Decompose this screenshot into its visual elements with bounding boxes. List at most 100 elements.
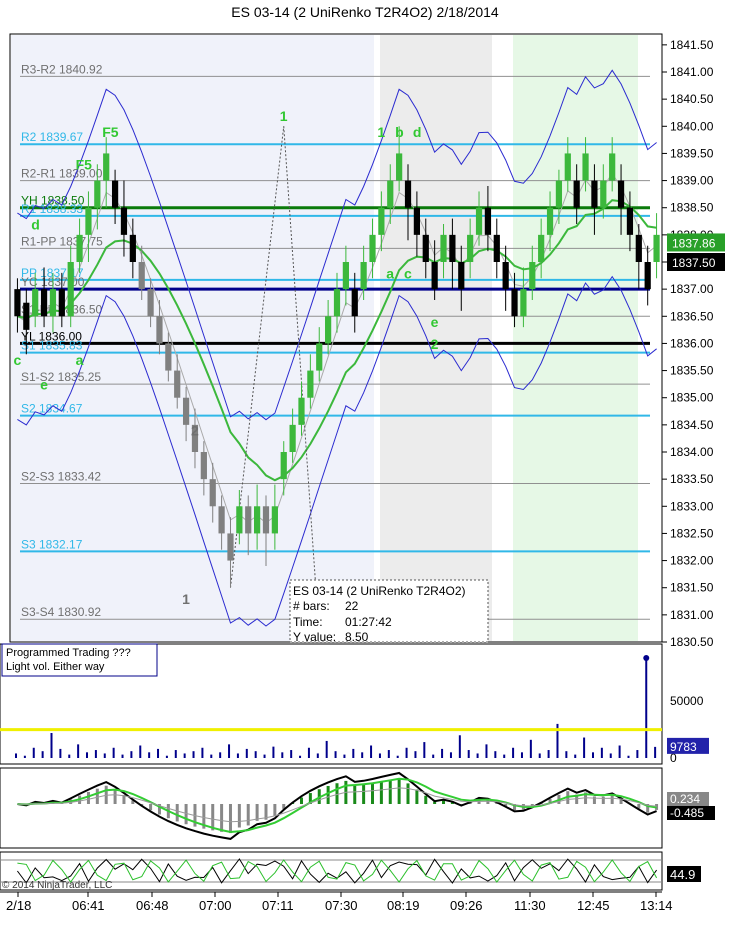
candle-body [484, 207, 492, 235]
candle-body [218, 506, 225, 534]
candle-body [600, 180, 607, 208]
candle-body [617, 180, 625, 208]
candle-body [200, 452, 207, 480]
price-tick-label: 1840.50 [670, 92, 714, 106]
tooltip-time-label: Time: [293, 615, 323, 629]
candle-body [555, 180, 563, 208]
candle-body [493, 234, 500, 262]
candle-body [449, 234, 456, 262]
candle-body [165, 343, 172, 371]
candle-body [635, 234, 642, 262]
candle-body [573, 180, 580, 208]
last-price-green-label: 1837.86 [672, 236, 716, 250]
chart-canvas: 1841.50 1841.00 1840.50 1840.00 1839.50 1839.… [0, 33, 725, 913]
x-tick-label: 13:14 [640, 898, 673, 913]
chart-annotation: 1 [377, 124, 385, 140]
candle-body [85, 207, 92, 235]
price-tick-label: 1831.00 [670, 608, 714, 622]
candle-body [529, 262, 536, 290]
candle-body [520, 289, 527, 317]
candle-body [138, 262, 145, 290]
tooltip-bars-value: 22 [345, 599, 359, 613]
candle-body [182, 397, 190, 425]
candle-body [307, 370, 314, 398]
candle-body [502, 262, 509, 290]
candle-body [440, 234, 447, 262]
macd-value2-label: -0.485 [670, 806, 704, 820]
candle-body [103, 153, 110, 181]
chart-annotation: d [31, 216, 40, 232]
level-label: S3 1832.17 [21, 537, 83, 551]
candle-body [94, 180, 101, 208]
x-tick-label: 07:11 [262, 898, 294, 913]
candle-body [40, 289, 48, 317]
price-tick-label: 1833.00 [670, 499, 714, 513]
tooltip-y-label: Y value: [293, 630, 336, 644]
candle-body [245, 506, 252, 534]
candle-body [626, 207, 634, 235]
level-label: R1 1838.33 [21, 202, 83, 216]
copyright-text: © 2014 NinjaTrader, LLC [2, 880, 112, 891]
candle-body [475, 207, 483, 235]
candle-body [404, 180, 412, 208]
candle-body [298, 397, 305, 425]
chart-annotation: e [431, 314, 439, 330]
x-tick-label: 06:48 [136, 898, 169, 913]
x-tick-label: 12:45 [577, 898, 610, 913]
price-tick-label: 1837.00 [670, 282, 714, 296]
chart-annotation: e [40, 377, 48, 393]
x-tick-label: 07:00 [199, 898, 232, 913]
candle-body [254, 506, 261, 534]
candle-body [360, 262, 367, 290]
chart-annotation: d [413, 124, 422, 140]
candle-body [333, 289, 341, 317]
candle-body [76, 234, 83, 262]
candle-body [111, 180, 119, 208]
candle-body [546, 207, 554, 235]
level-label: R2 1839.67 [21, 130, 83, 144]
tooltip-title: ES 03-14 (2 UniRenko T2R4O2) [293, 584, 466, 598]
candle-body [369, 234, 376, 262]
x-tick-label: 06:41 [72, 898, 105, 913]
price-tick-label: 1839.50 [670, 146, 714, 160]
candle-body [351, 289, 358, 317]
level-label: S2 1834.67 [21, 402, 83, 416]
x-tick-label: 08:19 [387, 898, 420, 913]
price-tick-label: 1830.50 [670, 635, 714, 649]
price-tick-label: 1834.00 [670, 445, 714, 459]
candle-body [262, 506, 270, 534]
price-tick-label: 1835.00 [670, 391, 714, 405]
chart-annotation: a [386, 265, 394, 281]
candle-body [413, 207, 420, 235]
price-tick-label: 1836.00 [670, 336, 714, 350]
x-tick-label: 2/18 [6, 898, 31, 913]
candle-body [582, 153, 589, 181]
candle-body [129, 234, 136, 262]
candle-body [156, 316, 163, 344]
x-tick-label: 11:30 [514, 898, 546, 913]
tooltip-time-value: 01:27:42 [345, 615, 392, 629]
volume-note-line1: Programmed Trading ??? [6, 647, 131, 659]
candle-body [23, 302, 30, 330]
level-label: S1 1835.83 [21, 339, 83, 353]
chart-annotation: 1 [182, 591, 190, 607]
chart-annotation: 2 [191, 423, 199, 439]
candle-body [271, 506, 278, 534]
macd-pane [0, 767, 663, 849]
price-tick-label: 1833.50 [670, 472, 714, 486]
price-tick-label: 1841.50 [670, 38, 714, 52]
level-label: S3-S4 1830.92 [21, 605, 101, 619]
price-tick-label: 1839.00 [670, 174, 714, 188]
chart-annotation: 1 [280, 108, 288, 124]
macd-value1-label: 0.234 [670, 792, 700, 806]
candle-body [14, 289, 21, 317]
candle-body [396, 153, 403, 181]
candle-body [538, 234, 545, 262]
candle-body [591, 180, 598, 208]
level-label: R3-R2 1840.92 [21, 62, 103, 76]
price-tick-label: 1836.50 [670, 309, 714, 323]
x-tick-label: 09:26 [450, 898, 483, 913]
candle-body [511, 289, 518, 317]
candle-body [342, 262, 349, 290]
volume-tick-label: 50000 [670, 694, 704, 708]
